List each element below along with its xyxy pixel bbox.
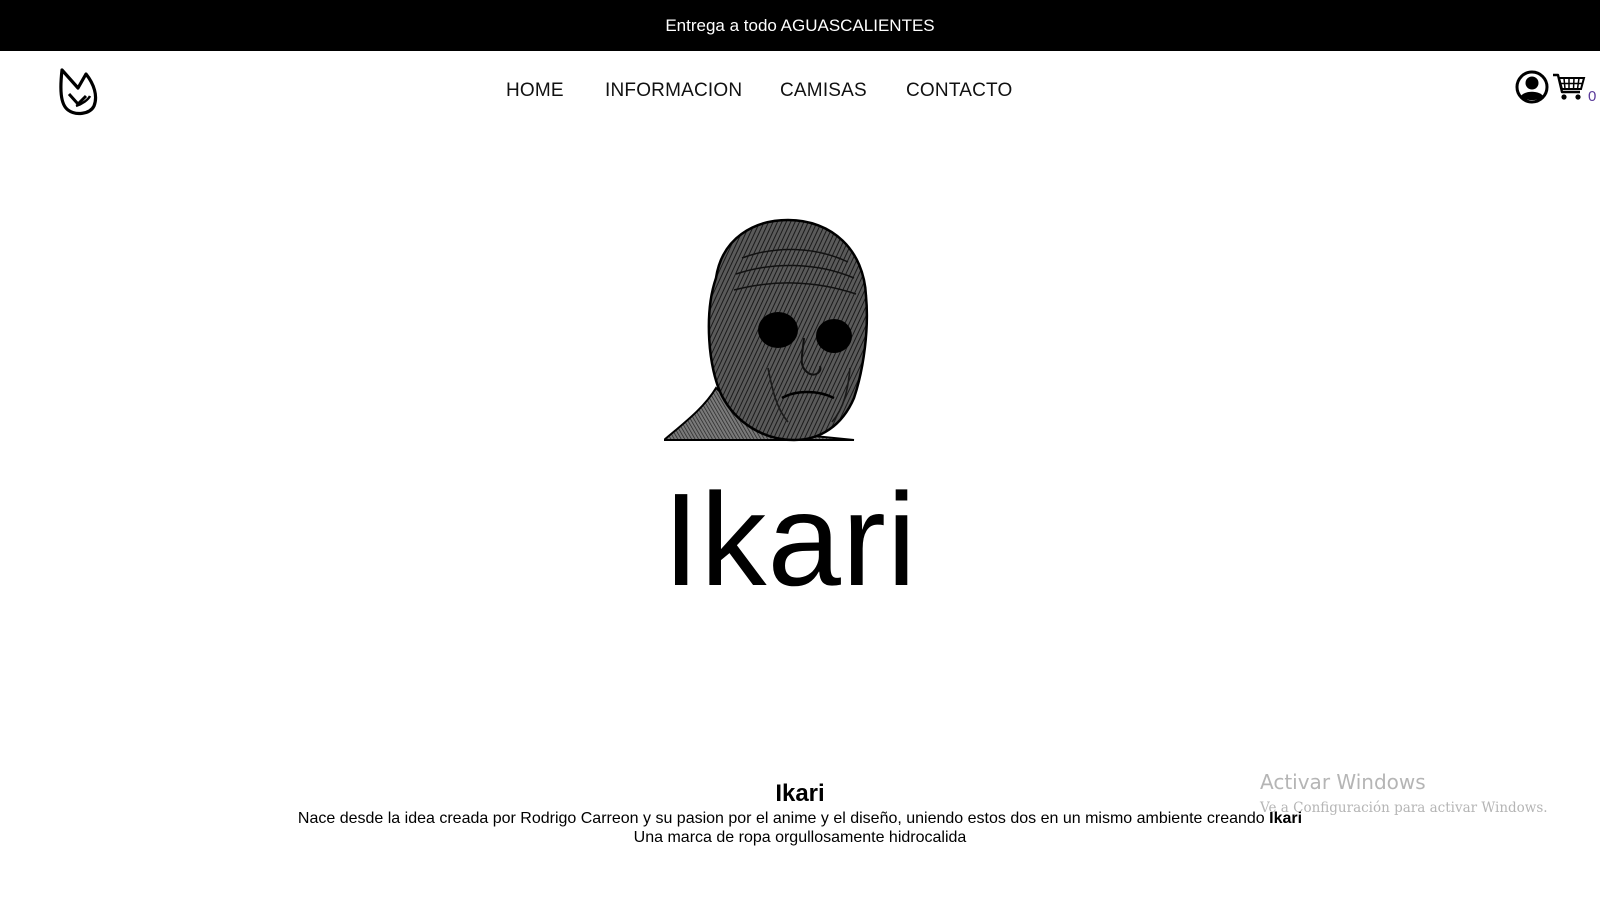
hero-title-text: Ikari <box>662 466 918 613</box>
sad-face-illustration <box>664 218 869 442</box>
main-nav: HOME INFORMACION CAMISAS CONTACTO <box>0 78 1600 108</box>
about-description-text: Nace desde la idea creada por Rodrigo Ca… <box>297 810 1265 827</box>
nav-home[interactable]: HOME <box>506 78 564 104</box>
hero-title: Ikari <box>0 470 1600 610</box>
about-tagline: Una marca de ropa orgullosamente hidroca… <box>633 829 967 846</box>
user-icon[interactable] <box>1515 70 1549 104</box>
cart-count[interactable]: 0 <box>1588 88 1596 105</box>
windows-activation-watermark: Activar Windows Ve a Configuración para … <box>1260 770 1548 816</box>
shopping-cart-icon[interactable] <box>1552 72 1586 102</box>
announcement-bar: Entrega a todo AGUASCALIENTES <box>0 0 1600 51</box>
nav-camisas[interactable]: CAMISAS <box>780 78 867 104</box>
announcement-text: Entrega a todo AGUASCALIENTES <box>665 15 935 35</box>
watermark-title: Activar Windows <box>1260 770 1426 794</box>
watermark-subtitle: Ve a Configuración para activar Windows. <box>1260 800 1548 816</box>
nav-contacto[interactable]: CONTACTO <box>906 78 1012 104</box>
nav-informacion[interactable]: INFORMACION <box>605 78 742 104</box>
